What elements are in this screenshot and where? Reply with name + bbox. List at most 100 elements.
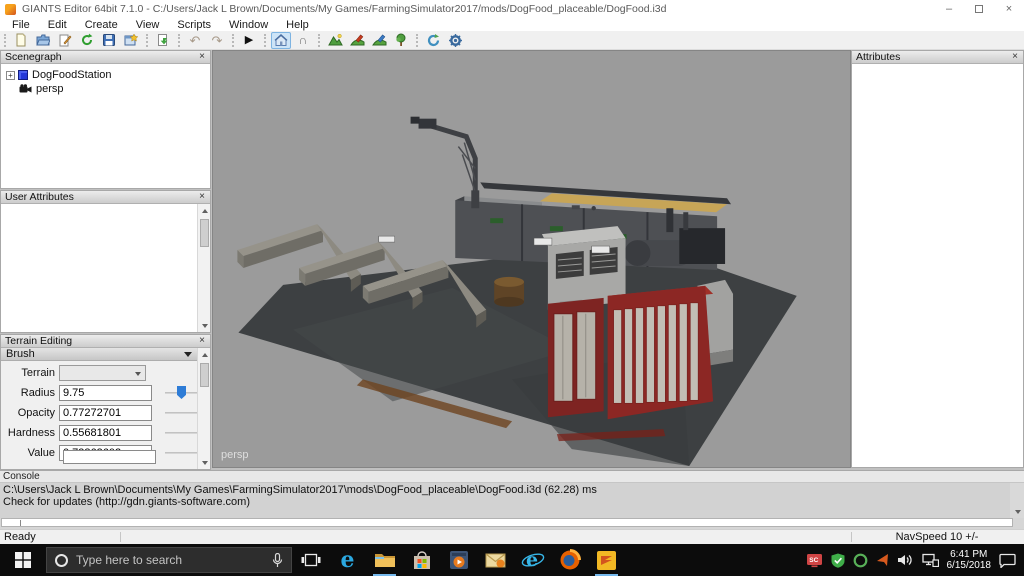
- terrain-editing-scrollbar[interactable]: [197, 348, 210, 469]
- undo-button[interactable]: ↶: [185, 32, 205, 49]
- taskbar-internet-explorer-button[interactable]: e: [514, 544, 551, 576]
- menu-scripts[interactable]: Scripts: [168, 19, 220, 31]
- tray-defender-button[interactable]: [831, 553, 845, 568]
- expander-icon[interactable]: +: [6, 71, 15, 80]
- tree-node-persp[interactable]: persp: [1, 82, 210, 96]
- close-button[interactable]: ×: [994, 0, 1024, 18]
- taskbar-search[interactable]: [46, 547, 292, 573]
- export-window-icon: [124, 33, 139, 47]
- opacity-input[interactable]: [59, 405, 152, 421]
- scenegraph-tree: + DogFoodStation persp: [1, 64, 210, 188]
- edit-page-icon: [58, 33, 72, 47]
- maximize-button[interactable]: [964, 0, 994, 18]
- menu-file[interactable]: File: [3, 19, 39, 31]
- taskbar-store-button[interactable]: [403, 544, 440, 576]
- camera-name-label: persp: [221, 449, 249, 461]
- tree-brush-button[interactable]: [391, 32, 411, 49]
- tree-node-dogfoodstation[interactable]: + DogFoodStation: [1, 68, 210, 82]
- taskbar-firefox-button[interactable]: [551, 544, 588, 576]
- taskbar-edge-button[interactable]: e: [329, 544, 366, 576]
- screenshot-button[interactable]: [153, 32, 173, 49]
- preferences-button[interactable]: [445, 32, 465, 49]
- scroll-up-button[interactable]: [198, 204, 210, 217]
- export-button[interactable]: [121, 32, 141, 49]
- clipped-field[interactable]: [63, 450, 156, 464]
- terrain-editing-panel: Terrain Editing × Brush Terrain Radius: [0, 334, 211, 470]
- radius-label: Radius: [1, 387, 59, 399]
- search-input[interactable]: [76, 553, 272, 567]
- scroll-up-button[interactable]: [198, 348, 210, 361]
- start-button[interactable]: [0, 544, 46, 576]
- opacity-slider[interactable]: [165, 406, 199, 420]
- attributes-close-button[interactable]: ×: [1011, 52, 1019, 62]
- firefox-icon: [559, 549, 581, 571]
- taskbar-file-explorer-button[interactable]: [366, 544, 403, 576]
- user-attributes-close-button[interactable]: ×: [198, 192, 206, 202]
- new-file-button[interactable]: [11, 32, 31, 49]
- microphone-icon[interactable]: [272, 553, 283, 568]
- console-title: Console: [0, 471, 1024, 483]
- taskbar-movies-tv-button[interactable]: [440, 544, 477, 576]
- toolbar: ↶ ↷ ▶ ∩: [0, 31, 1024, 50]
- terrain-row: Terrain: [1, 365, 210, 381]
- hardness-slider[interactable]: [165, 426, 199, 440]
- menu-edit[interactable]: Edit: [39, 19, 76, 31]
- action-center-button[interactable]: [999, 553, 1016, 568]
- user-attributes-title: User Attributes: [5, 191, 198, 203]
- menu-window[interactable]: Window: [220, 19, 277, 31]
- radius-slider[interactable]: [165, 386, 199, 400]
- user-attributes-scrollbar[interactable]: [197, 204, 210, 332]
- scroll-down-button[interactable]: [198, 319, 210, 332]
- magnet-icon: ∩: [299, 34, 308, 46]
- minimize-button[interactable]: –: [934, 0, 964, 18]
- redo-button[interactable]: ↷: [207, 32, 227, 49]
- terrain-sculpt-button[interactable]: [325, 32, 345, 49]
- taskbar-mail-button[interactable]: [477, 544, 514, 576]
- open-file-button[interactable]: [33, 32, 53, 49]
- hardness-input[interactable]: [59, 425, 152, 441]
- brush-section-header[interactable]: Brush: [1, 348, 197, 361]
- render-toggle-button[interactable]: [423, 32, 443, 49]
- menu-bar: File Edit Create View Scripts Window Hel…: [0, 18, 1024, 31]
- maximize-icon: [975, 5, 983, 13]
- play-button[interactable]: ▶: [239, 32, 259, 49]
- terrain-editing-close-button[interactable]: ×: [198, 336, 206, 346]
- scroll-thumb[interactable]: [200, 363, 209, 387]
- console-command-input[interactable]: [1, 518, 1013, 527]
- menu-help[interactable]: Help: [277, 19, 318, 31]
- scroll-thumb[interactable]: [200, 219, 209, 247]
- save-button[interactable]: [99, 32, 119, 49]
- tray-screen-capture-button[interactable]: SC: [806, 553, 823, 568]
- menu-view[interactable]: View: [127, 19, 169, 31]
- brush-section-title: Brush: [6, 348, 184, 360]
- tray-recording-ring-button[interactable]: [853, 553, 868, 568]
- tray-volume-button[interactable]: [897, 553, 914, 567]
- terrain-paint-button[interactable]: [347, 32, 367, 49]
- window-controls: – ×: [934, 0, 1024, 18]
- slider-thumb[interactable]: [177, 386, 186, 399]
- camera-home-button[interactable]: [271, 32, 291, 49]
- arrow-down-icon: [202, 461, 208, 465]
- snap-magnet-button[interactable]: ∩: [293, 32, 313, 49]
- tray-clock[interactable]: 6:41 PM 6/15/2018: [947, 549, 992, 571]
- tray-pointer-tool-button[interactable]: [876, 553, 889, 567]
- console-log-line: C:\Users\Jack L Brown\Documents\My Games…: [3, 484, 1007, 496]
- edit-file-button[interactable]: [55, 32, 75, 49]
- menu-create[interactable]: Create: [76, 19, 127, 31]
- terrain-select[interactable]: [59, 365, 146, 381]
- console-scrollbar[interactable]: [1010, 483, 1024, 518]
- terrain-editing-header: Terrain Editing ×: [1, 335, 210, 348]
- status-separator: [120, 532, 121, 542]
- radius-input[interactable]: [59, 385, 152, 401]
- viewport-3d[interactable]: persp: [212, 50, 851, 468]
- terrain-foliage-button[interactable]: [369, 32, 389, 49]
- reload-button[interactable]: [77, 32, 97, 49]
- tree-icon: [394, 33, 408, 47]
- scenegraph-close-button[interactable]: ×: [198, 52, 206, 62]
- task-view-button[interactable]: [292, 544, 329, 576]
- tray-network-button[interactable]: [922, 553, 939, 567]
- value-slider[interactable]: [165, 446, 199, 460]
- scroll-down-button[interactable]: [1011, 505, 1024, 518]
- scroll-down-button[interactable]: [198, 456, 210, 469]
- taskbar-giants-editor-button[interactable]: [588, 544, 625, 576]
